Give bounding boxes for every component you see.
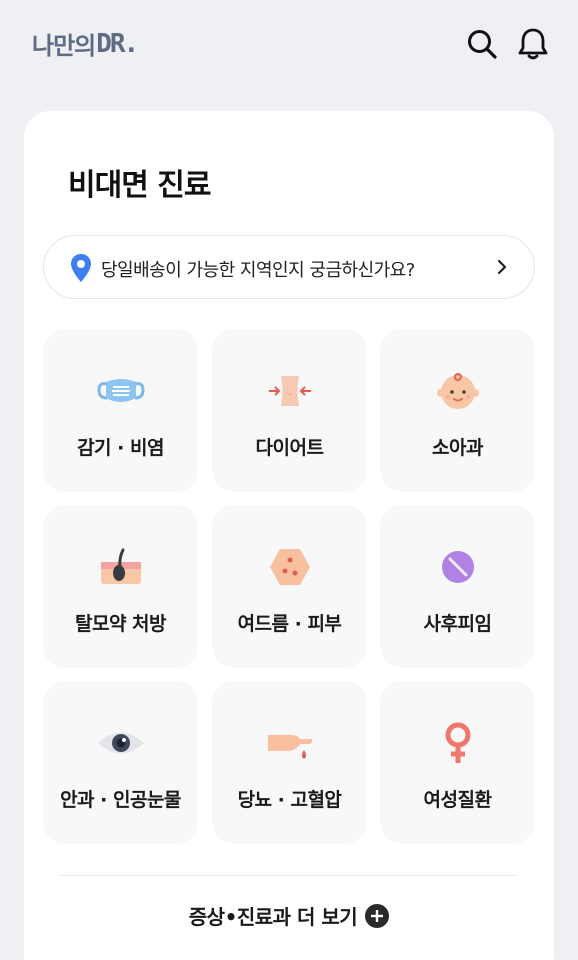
female-symbol-icon (430, 721, 486, 765)
more-symptoms-label: 증상•진료과 더 보기 (188, 905, 358, 929)
category-tile-diet[interactable]: 다이어트 (212, 329, 367, 492)
telemedicine-card: 비대면 진료 당일배송이 가능한 지역인지 궁금하신가요? 감기 · 비염 다이… (24, 111, 554, 960)
delivery-area-check-button[interactable]: 당일배송이 가능한 지역인지 궁금하신가요? (43, 235, 535, 299)
category-tile-diabetes-hypertension[interactable]: 당뇨 · 고혈압 (212, 681, 367, 844)
category-tile-acne-skin[interactable]: 여드름 · 피부 (212, 505, 367, 668)
search-icon[interactable] (464, 26, 500, 62)
page-title: 비대면 진료 (68, 168, 211, 203)
category-label: 여성질환 (423, 789, 492, 811)
chevron-right-icon (496, 258, 508, 280)
category-label: 당뇨 · 고혈압 (237, 789, 342, 811)
category-label: 다이어트 (255, 437, 324, 459)
category-label: 탈모약 처방 (74, 613, 167, 635)
hair-follicle-icon (93, 545, 149, 589)
waist-icon (262, 369, 318, 413)
logo-mark: DR. (96, 28, 139, 59)
location-pin-icon (70, 253, 92, 287)
category-label: 감기 · 비염 (77, 437, 164, 459)
category-tile-hair-loss[interactable]: 탈모약 처방 (43, 505, 198, 668)
category-label: 소아과 (432, 437, 483, 459)
category-label: 안과 · 인공눈물 (60, 789, 181, 811)
delivery-area-prompt: 당일배송이 가능한 지역인지 궁금하신가요? (101, 260, 415, 281)
bell-icon[interactable] (515, 26, 551, 62)
category-label: 사후피임 (423, 613, 492, 635)
mask-icon (93, 369, 149, 413)
eye-icon (93, 721, 149, 765)
category-tile-womens-health[interactable]: 여성질환 (380, 681, 535, 844)
app-header: 나만의 DR. (0, 0, 578, 92)
category-tile-cold-rhinitis[interactable]: 감기 · 비염 (43, 329, 198, 492)
category-tile-ophthalmology[interactable]: 안과 · 인공눈물 (43, 681, 198, 844)
more-symptoms-button[interactable]: 증상•진료과 더 보기 (24, 901, 554, 930)
skin-acne-icon (262, 545, 318, 589)
logo-text: 나만의 (32, 32, 96, 60)
app-logo[interactable]: 나만의 DR. (32, 26, 139, 61)
pill-icon (430, 545, 486, 589)
category-tile-pediatrics[interactable]: 소아과 (380, 329, 535, 492)
blood-drop-hand-icon (262, 721, 318, 765)
category-tile-emergency-contraception[interactable]: 사후피임 (380, 505, 535, 668)
section-divider (60, 875, 516, 876)
plus-circle-icon (365, 903, 390, 928)
baby-icon (430, 369, 486, 413)
category-label: 여드름 · 피부 (237, 613, 342, 635)
